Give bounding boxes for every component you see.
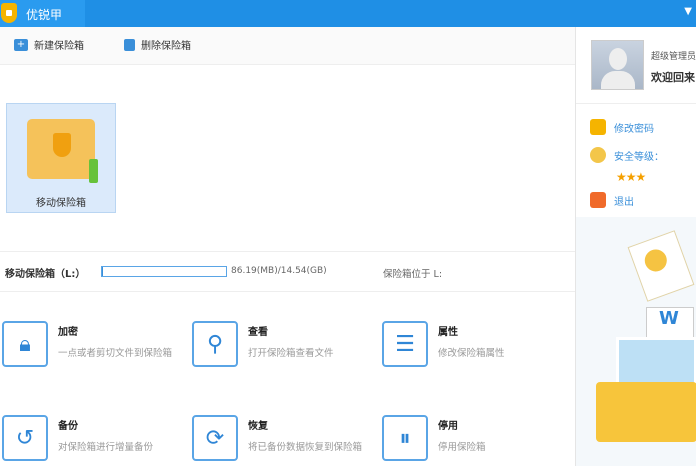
logout-icon bbox=[590, 192, 606, 208]
encrypt-function[interactable]: 🔒︎ 加密一点或者剪切文件到保险箱 bbox=[2, 321, 182, 371]
disable-function[interactable]: ⏸︎ 停用停用保险箱 bbox=[382, 415, 562, 465]
welcome-text: 欢迎回来 bbox=[651, 71, 695, 84]
function-desc: 对保险箱进行增量备份 bbox=[58, 442, 154, 453]
app-logo-icon bbox=[1, 3, 17, 23]
view-function[interactable]: ⚲ 查看打开保险箱查看文件 bbox=[192, 321, 372, 371]
pause-icon: ⏸︎ bbox=[382, 415, 428, 461]
divider bbox=[0, 251, 575, 252]
new-vault-button[interactable]: + 新建保险箱 bbox=[14, 37, 84, 52]
properties-function[interactable]: ☰ 属性修改保险箱属性 bbox=[382, 321, 562, 371]
function-name: 属性 bbox=[438, 327, 458, 338]
function-name: 查看 bbox=[248, 327, 268, 338]
divider bbox=[0, 291, 575, 292]
security-level: 安全等级： bbox=[590, 147, 664, 163]
vault-item[interactable]: 移动保险箱 bbox=[6, 103, 116, 213]
lock-icon: 🔒︎ bbox=[2, 321, 48, 367]
function-name: 停用 bbox=[438, 421, 458, 432]
status-row: 移动保险箱（L:） 86.19(MB)/14.54(GB) 保险箱位于 L: bbox=[0, 258, 575, 286]
briefcase-icon bbox=[27, 119, 95, 179]
change-password-label: 修改密码 bbox=[614, 123, 654, 135]
vault-location: 保险箱位于 L: bbox=[383, 269, 443, 280]
trash-icon bbox=[124, 38, 135, 51]
security-level-label: 安全等级： bbox=[614, 151, 664, 163]
logout-link[interactable]: 退出 bbox=[590, 192, 634, 208]
lock-icon bbox=[590, 119, 606, 135]
user-sidebar: 超级管理员 欢迎回来 修改密码 安全等级： ★★★ 退出 W bbox=[575, 27, 696, 466]
vault-label: 移动保险箱 bbox=[36, 198, 86, 209]
function-name: 备份 bbox=[58, 421, 78, 432]
function-desc: 停用保险箱 bbox=[438, 442, 486, 453]
list-icon: ☰ bbox=[382, 321, 428, 367]
security-stars: ★★★ bbox=[616, 170, 646, 184]
new-vault-label: 新建保险箱 bbox=[34, 41, 84, 52]
toolbar: + 新建保险箱 删除保险箱 bbox=[0, 27, 575, 65]
user-name: 超级管理员 bbox=[651, 52, 696, 62]
title-bar: 优锐甲 ▼ bbox=[0, 0, 696, 27]
function-desc: 将已备份数据恢复到保险箱 bbox=[248, 442, 363, 453]
app-title: 优锐甲 bbox=[26, 8, 63, 22]
restore-function[interactable]: ⟳ 恢复将已备份数据恢复到保险箱 bbox=[192, 415, 372, 465]
delete-vault-label: 删除保险箱 bbox=[141, 41, 191, 52]
function-name: 加密 bbox=[58, 327, 78, 338]
main-panel: 移动保险箱 移动保险箱（L:） 86.19(MB)/14.54(GB) 保险箱位… bbox=[0, 65, 575, 466]
delete-vault-button[interactable]: 删除保险箱 bbox=[124, 37, 191, 52]
search-icon: ⚲ bbox=[192, 321, 238, 367]
function-desc: 打开保险箱查看文件 bbox=[248, 348, 334, 359]
usb-icon bbox=[89, 159, 98, 183]
menu-dropdown-icon[interactable]: ▼ bbox=[684, 6, 692, 17]
function-name: 恢复 bbox=[248, 421, 268, 432]
add-case-icon: + bbox=[14, 38, 28, 51]
change-password-link[interactable]: 修改密码 bbox=[590, 119, 654, 135]
medal-icon bbox=[590, 147, 606, 163]
history-icon: ↺ bbox=[2, 415, 48, 461]
drive-label: 移动保险箱（L:） bbox=[5, 269, 86, 280]
avatar bbox=[591, 40, 644, 90]
folder-illustration: W bbox=[576, 217, 696, 466]
usage-progress-bar bbox=[101, 266, 227, 277]
refresh-icon: ⟳ bbox=[192, 415, 238, 461]
logout-label: 退出 bbox=[614, 196, 634, 208]
function-desc: 一点或者剪切文件到保险箱 bbox=[58, 348, 173, 359]
backup-function[interactable]: ↺ 备份对保险箱进行增量备份 bbox=[2, 415, 182, 465]
function-desc: 修改保险箱属性 bbox=[438, 348, 505, 359]
usage-text: 86.19(MB)/14.54(GB) bbox=[231, 266, 327, 276]
